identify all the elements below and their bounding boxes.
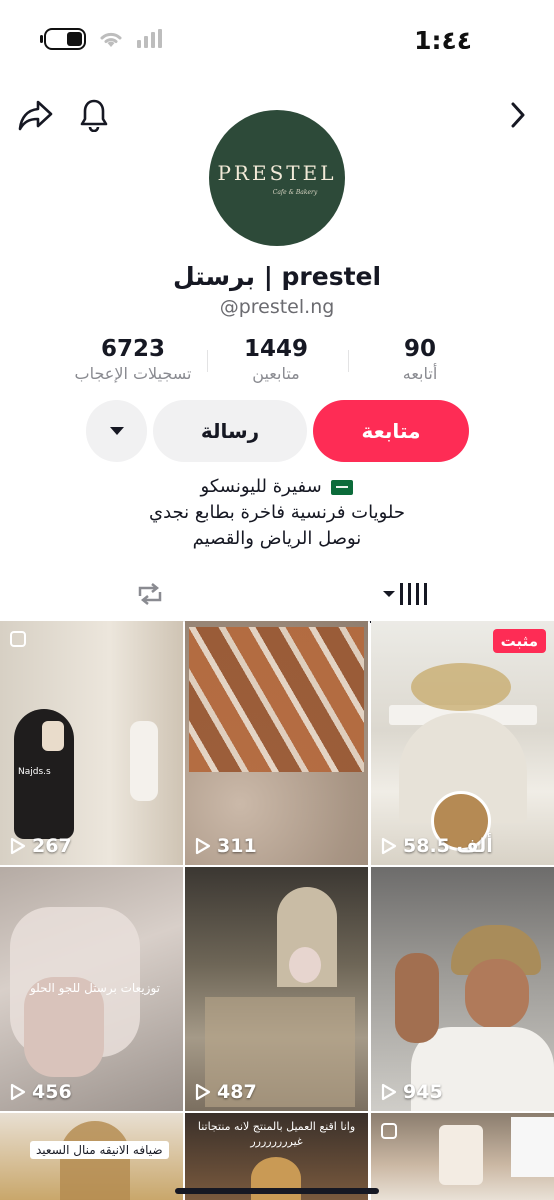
bio-line-2: حلويات فرنسية فاخرة بطابع نجدي xyxy=(149,502,405,523)
play-icon xyxy=(10,837,26,855)
video-overlay-text: توزيعات برستل للجو الحلو xyxy=(29,981,161,995)
repost-icon xyxy=(138,583,162,605)
back-button[interactable] xyxy=(496,90,540,140)
video-views: 487 xyxy=(195,1081,257,1103)
stat-divider xyxy=(207,350,208,372)
suggestions-dropdown-button[interactable] xyxy=(86,400,147,462)
avatar[interactable]: PRESTEL Cafe & Bakery xyxy=(209,110,345,246)
stat-followers[interactable]: 1449 متابعين xyxy=(230,336,322,383)
video-thumbnail[interactable] xyxy=(371,1113,554,1200)
play-icon xyxy=(381,1083,397,1101)
pinned-badge: مثبت xyxy=(492,629,546,653)
video-views: 311 xyxy=(195,835,257,857)
play-icon xyxy=(10,1083,26,1101)
stat-divider xyxy=(348,350,349,372)
video-thumbnail[interactable]: 311 xyxy=(185,621,368,865)
avatar-tagline: Cafe & Bakery xyxy=(272,188,318,196)
share-button[interactable] xyxy=(14,90,58,140)
video-overlay-text: Najds.s xyxy=(18,767,51,777)
likes-label: تسجيلات الإعجاب xyxy=(74,364,192,383)
caret-down-icon xyxy=(109,427,124,435)
chevron-right-icon xyxy=(511,102,525,128)
bio-line-1: سفيرة لليونسكو xyxy=(0,474,554,500)
profile-actions: متابعة رسالة xyxy=(0,400,554,462)
avatar-logo-text: PRESTEL xyxy=(217,160,337,185)
follow-button[interactable]: متابعة xyxy=(313,400,469,462)
video-thumbnail[interactable]: وانا اقنع العميل بالمنتج لانه منتجاتنا غ… xyxy=(185,1113,368,1200)
username: @prestel.ng xyxy=(219,296,335,318)
video-thumbnail[interactable]: ضيافه الانيقه منال السعيد xyxy=(0,1113,183,1200)
home-indicator[interactable] xyxy=(175,1188,379,1194)
profile-stats: 6723 تسجيلات الإعجاب 1449 متابعين 90 أتا… xyxy=(60,336,450,390)
wifi-icon xyxy=(100,32,122,47)
followers-label: متابعين xyxy=(252,364,300,383)
video-views: 456 xyxy=(10,1081,72,1103)
signal-icon xyxy=(137,29,162,48)
display-name: برستل | prestel xyxy=(172,262,382,291)
saudi-flag-icon xyxy=(331,479,354,495)
followers-count: 1449 xyxy=(243,336,308,362)
video-thumbnail[interactable]: توزيعات برستل للجو الحلو 456 xyxy=(0,867,183,1111)
video-thumbnail[interactable]: 945 xyxy=(371,867,554,1111)
video-views: 267 xyxy=(10,835,72,857)
status-bar: 1:٤٤ xyxy=(0,0,554,80)
bio-line-3: نوصل الرياض والقصيم xyxy=(192,528,362,549)
tab-reposts[interactable] xyxy=(100,566,200,622)
following-label: أتابعه xyxy=(402,364,438,383)
play-icon xyxy=(381,837,397,855)
play-icon xyxy=(195,837,211,855)
bio: سفيرة لليونسكو حلويات فرنسية فاخرة بطابع… xyxy=(0,474,554,552)
status-time: 1:٤٤ xyxy=(414,26,472,55)
multi-photo-icon xyxy=(381,1123,397,1139)
stat-following[interactable]: 90 أتابعه xyxy=(380,336,460,383)
video-overlay-text: وانا اقنع العميل بالمنتج لانه منتجاتنا غ… xyxy=(197,1120,356,1148)
video-overlay-text: ضيافه الانيقه منال السعيد xyxy=(30,1141,169,1159)
following-count: 90 xyxy=(403,336,436,362)
video-thumbnail[interactable]: Najds.s 267 xyxy=(0,621,183,865)
video-views: 945 xyxy=(381,1081,443,1103)
multi-photo-icon xyxy=(10,631,26,647)
content-tabs xyxy=(0,566,554,623)
battery-icon xyxy=(40,28,86,50)
share-icon xyxy=(18,100,53,131)
video-views: 58.5 ألف xyxy=(381,835,493,857)
play-icon xyxy=(195,1083,211,1101)
tab-videos[interactable] xyxy=(370,566,437,623)
message-button[interactable]: رسالة xyxy=(153,400,307,462)
video-thumbnail[interactable]: مثبت 58.5 ألف xyxy=(371,621,554,865)
status-icons xyxy=(40,28,166,50)
notifications-button[interactable] xyxy=(72,90,116,140)
likes-count: 6723 xyxy=(100,336,165,362)
video-thumbnail[interactable]: 487 xyxy=(185,867,368,1111)
video-grid: مثبت 58.5 ألف 311 Najds.s 267 945 487 تو… xyxy=(0,621,554,1200)
videos-grid-icon xyxy=(382,583,427,605)
stat-likes[interactable]: 6723 تسجيلات الإعجاب xyxy=(60,336,206,383)
bell-icon xyxy=(80,99,108,132)
